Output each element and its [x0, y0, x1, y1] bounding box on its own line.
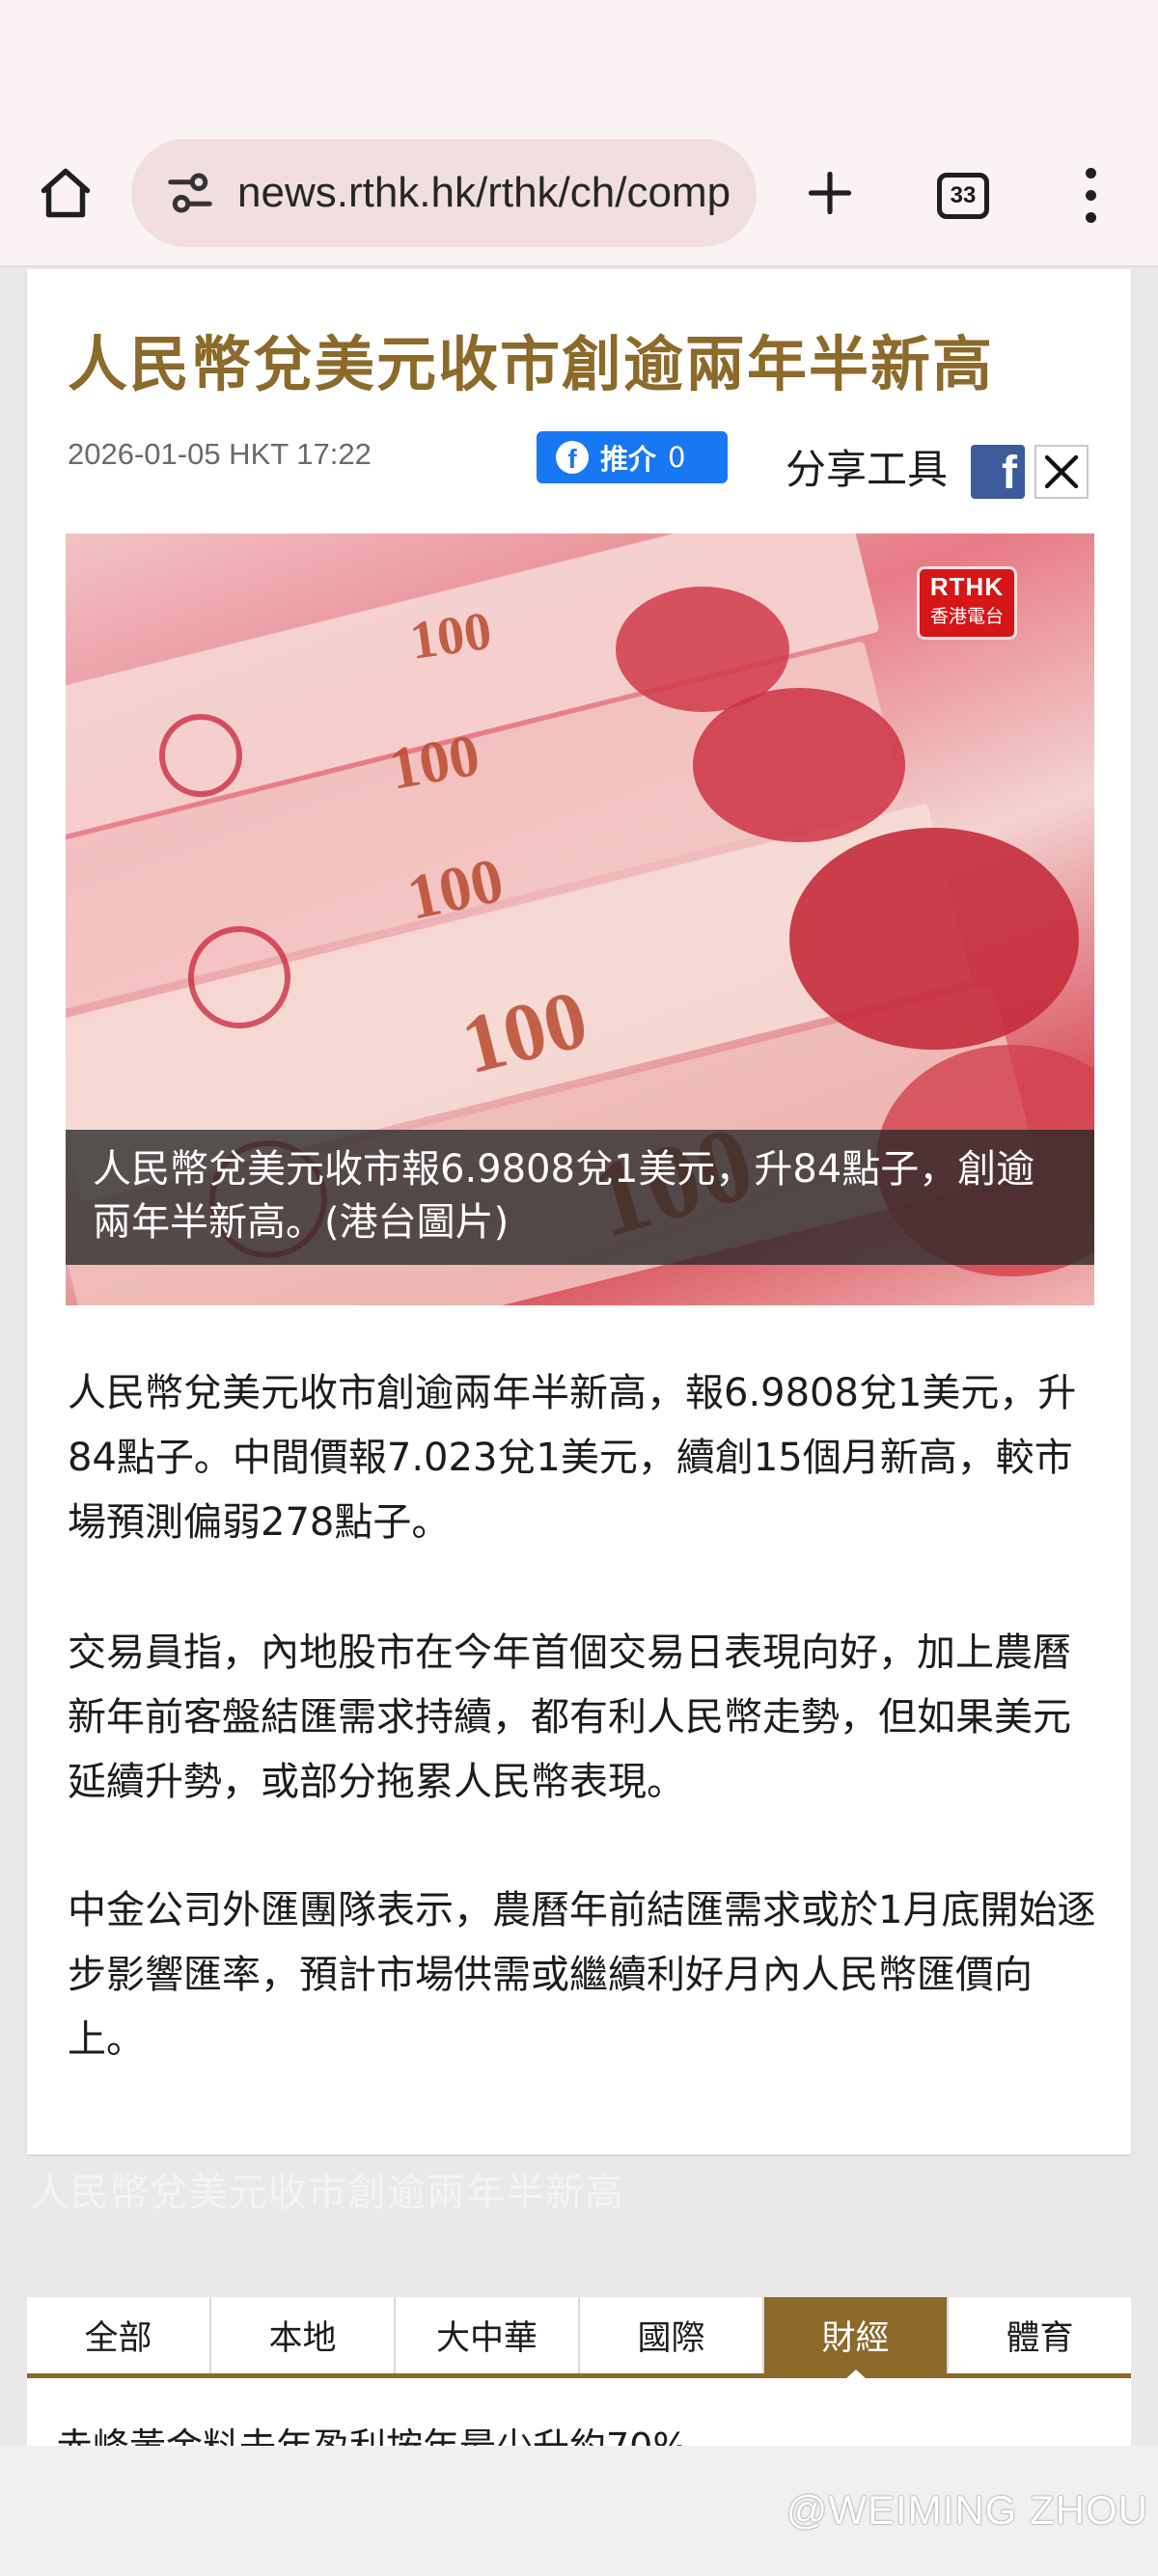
status-bar: [0, 0, 1158, 127]
url-text[interactable]: news.rthk.hk/rthk/ch/comp: [237, 169, 757, 217]
facebook-like-button[interactable]: f 推介 0: [537, 431, 728, 483]
list-item[interactable]: 赤峰黃金料去年盈利按年最少升約70%: [56, 2417, 687, 2446]
tab-sports[interactable]: 體育: [949, 2297, 1131, 2373]
tab-greater-china[interactable]: 大中華: [396, 2297, 580, 2373]
url-bar[interactable]: news.rthk.hk/rthk/ch/comp: [131, 139, 757, 247]
category-tabs: 全部 本地 大中華 國際 財經 體育: [27, 2297, 1131, 2379]
tab-local[interactable]: 本地: [211, 2297, 396, 2373]
watermark: @WEIMING ZHOU: [786, 2487, 1148, 2533]
tab-count: 33: [937, 173, 989, 219]
article-card: 人民幣兌美元收市創逾兩年半新高 2026-01-05 HKT 17:22 f 推…: [27, 269, 1131, 2154]
image-caption: 人民幣兌美元收市報6.9808兌1美元，升84點子，創逾兩年半新高。(港台圖片): [66, 1130, 1094, 1265]
fb-like-label: 推介: [600, 443, 657, 476]
share-tools-label: 分享工具: [786, 446, 949, 493]
faded-title: 人民幣兌美元收市創逾兩年半新高: [31, 2171, 624, 2215]
home-icon: [41, 168, 91, 218]
new-tab-button[interactable]: [791, 154, 868, 232]
rthk-logo-subtext: 香港電台: [929, 606, 1004, 627]
facebook-icon: f: [556, 441, 589, 474]
article-paragraph: 交易員指，內地股市在今年首個交易日表現向好，加上農曆新年前客盤結匯需求持續，都有…: [68, 1631, 1071, 1804]
article-title: 人民幣兌美元收市創逾兩年半新高: [68, 329, 995, 399]
article-datetime: 2026-01-05 HKT 17:22: [68, 437, 372, 471]
tab-finance[interactable]: 財經: [764, 2297, 949, 2379]
fb-like-count: 0: [668, 441, 686, 474]
share-x-icon[interactable]: [1034, 445, 1089, 499]
article-photo: 100 100 100 100 100 RTHK 香港電台 人民幣兌美元收市報6…: [66, 534, 1094, 1305]
tab-all[interactable]: 全部: [27, 2297, 211, 2373]
article-paragraph: 中金公司外匯團隊表示，農曆年前結匯需求或於1月底開始逐步影響匯率，預計市場供需或…: [68, 1888, 1096, 2062]
news-list: 赤峰黃金料去年盈利按年最少升約70%: [27, 2378, 1131, 2446]
tab-international[interactable]: 國際: [580, 2297, 764, 2373]
article-paragraph: 人民幣兌美元收市創逾兩年半新高，報6.9808兌1美元，升84點子。中間價報7.…: [68, 1371, 1077, 1545]
browser-toolbar: news.rthk.hk/rthk/ch/comp 33: [0, 127, 1158, 267]
plus-icon: [808, 171, 852, 215]
rthk-logo-text: RTHK: [929, 572, 1005, 601]
rthk-logo: RTHK 香港電台: [917, 566, 1017, 640]
svg-text:100: 100: [406, 601, 495, 671]
share-facebook-icon[interactable]: f: [971, 445, 1025, 499]
tab-switcher-button[interactable]: 33: [926, 159, 1000, 233]
home-button[interactable]: [29, 156, 102, 230]
tune-icon[interactable]: [164, 167, 216, 219]
more-vert-icon[interactable]: [1062, 156, 1119, 233]
